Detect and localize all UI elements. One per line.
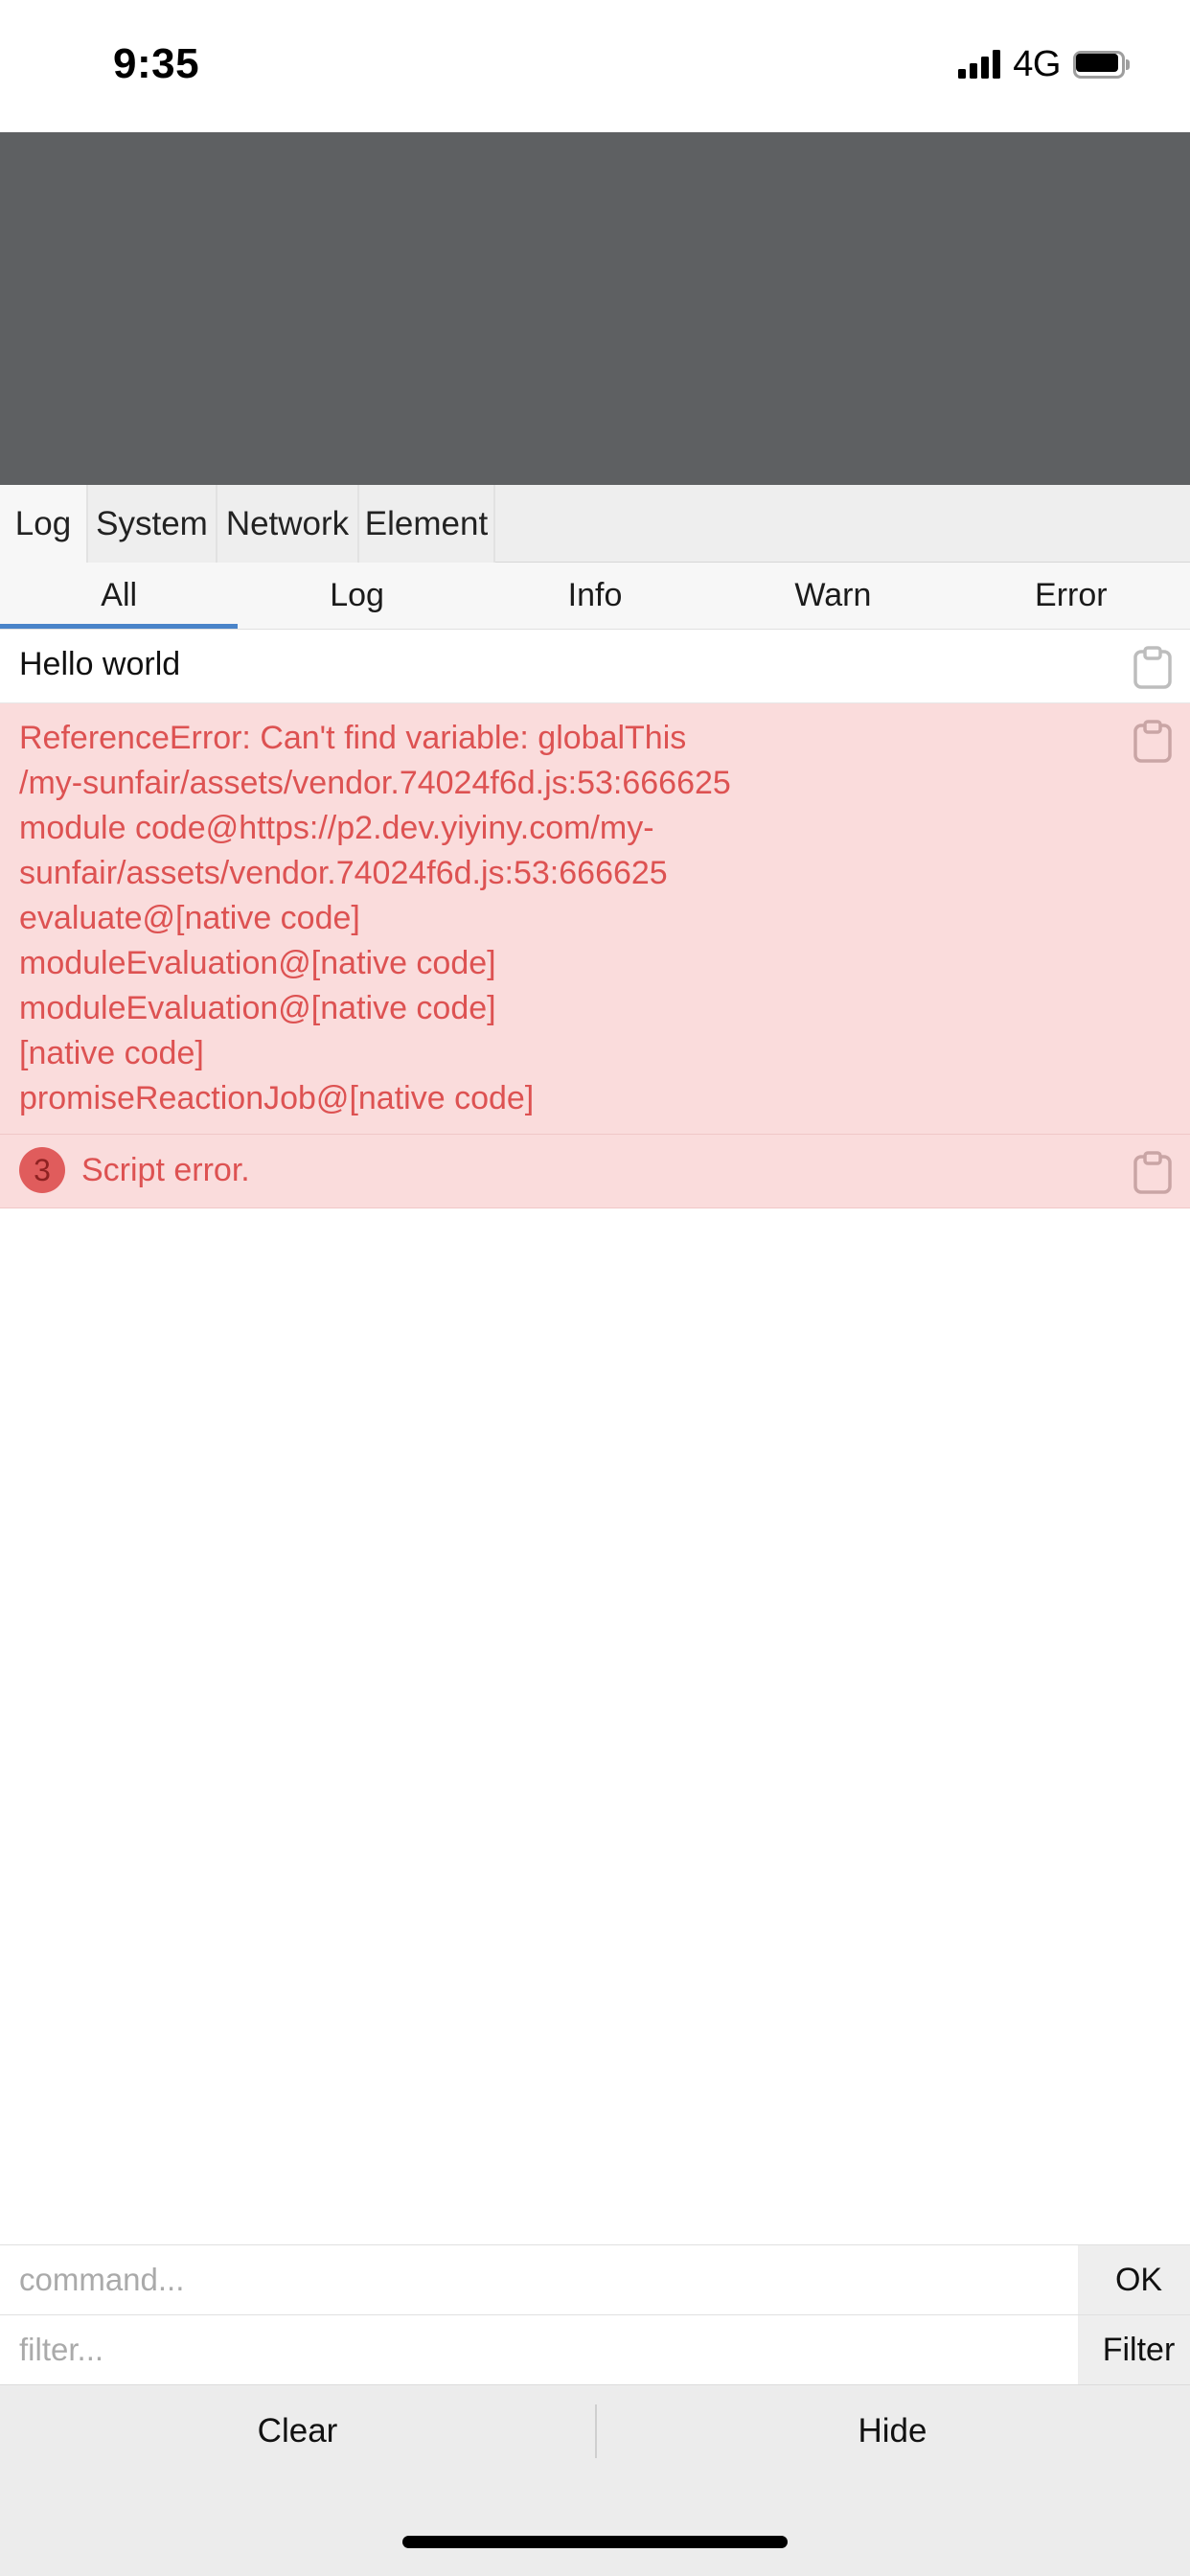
battery-icon: [1073, 50, 1130, 79]
clipboard-icon[interactable]: [1133, 1151, 1173, 1195]
filter-bar: Filter: [0, 2314, 1190, 2384]
level-tab-log-label: Log: [330, 577, 384, 613]
console-action-bar: Clear Hide: [0, 2384, 1190, 2477]
webview-content-area[interactable]: [0, 132, 1190, 485]
level-tab-all-label: All: [101, 577, 138, 613]
tab-network[interactable]: Network: [217, 485, 359, 563]
status-bar: 9:35 4G: [0, 0, 1190, 132]
network-type-label: 4G: [1013, 43, 1061, 84]
log-line: Hello world: [19, 646, 181, 682]
tab-log[interactable]: Log: [0, 485, 88, 563]
clipboard-icon[interactable]: [1133, 720, 1173, 764]
signal-bars-icon: [958, 50, 1001, 79]
hide-button[interactable]: Hide: [595, 2385, 1190, 2477]
log-line: Script error.: [81, 1151, 250, 1188]
log-entry-text: ReferenceError: Can't find variable: glo…: [19, 716, 1115, 1121]
status-indicators: 4G: [958, 43, 1130, 85]
clear-button[interactable]: Clear: [0, 2385, 595, 2477]
log-entry-text: Hello world: [19, 642, 1115, 687]
command-input[interactable]: [0, 2245, 1078, 2314]
panel-tab-bar: Log System Network Element: [0, 485, 1190, 563]
log-entry-text: 3 Script error.: [19, 1147, 1115, 1193]
log-line: module code@https://p2.dev.yiyiny.com/my…: [19, 810, 668, 891]
active-tab-underline: [0, 624, 239, 629]
home-indicator-area: [0, 2477, 1190, 2576]
home-indicator[interactable]: [402, 2536, 788, 2548]
console-log-list[interactable]: Hello world ReferenceError: Can't find v…: [0, 630, 1190, 2244]
clipboard-icon[interactable]: [1133, 646, 1173, 690]
filter-input[interactable]: [0, 2315, 1078, 2384]
level-tab-log[interactable]: Log: [238, 563, 475, 629]
log-line: moduleEvaluation@[native code]: [19, 945, 496, 981]
log-entry-row[interactable]: ReferenceError: Can't find variable: glo…: [0, 703, 1190, 1135]
log-count-badge: 3: [19, 1147, 65, 1193]
log-line: promiseReactionJob@[native code]: [19, 1080, 535, 1116]
level-tab-all[interactable]: All: [0, 563, 239, 629]
tab-element[interactable]: Element: [359, 485, 495, 563]
level-tab-warn-label: Warn: [794, 577, 872, 613]
log-entry-row[interactable]: 3 Script error.: [0, 1135, 1190, 1208]
level-tab-warn[interactable]: Warn: [714, 563, 951, 629]
log-line: ReferenceError: Can't find variable: glo…: [19, 720, 687, 756]
log-line: evaluate@[native code]: [19, 900, 360, 936]
status-time: 9:35: [113, 40, 200, 87]
level-tab-info-label: Info: [567, 577, 623, 613]
tab-bar-spacer: [495, 485, 1190, 562]
log-level-tab-bar: All Log Info Warn Error: [0, 563, 1190, 630]
phone-screen: 9:35 4G Log System Network Element All L…: [0, 0, 1190, 2576]
filter-apply-button[interactable]: Filter: [1078, 2315, 1190, 2384]
level-tab-error-label: Error: [1035, 577, 1108, 613]
command-bar: OK: [0, 2244, 1190, 2314]
level-tab-info[interactable]: Info: [476, 563, 714, 629]
log-entry-row[interactable]: Hello world: [0, 630, 1190, 703]
log-line: /my-sunfair/assets/vendor.74024f6d.js:53…: [19, 765, 731, 801]
command-ok-button[interactable]: OK: [1078, 2245, 1190, 2314]
level-tab-error[interactable]: Error: [952, 563, 1190, 629]
log-line: moduleEvaluation@[native code]: [19, 990, 496, 1026]
tab-system[interactable]: System: [88, 485, 217, 563]
log-line: [native code]: [19, 1035, 204, 1071]
